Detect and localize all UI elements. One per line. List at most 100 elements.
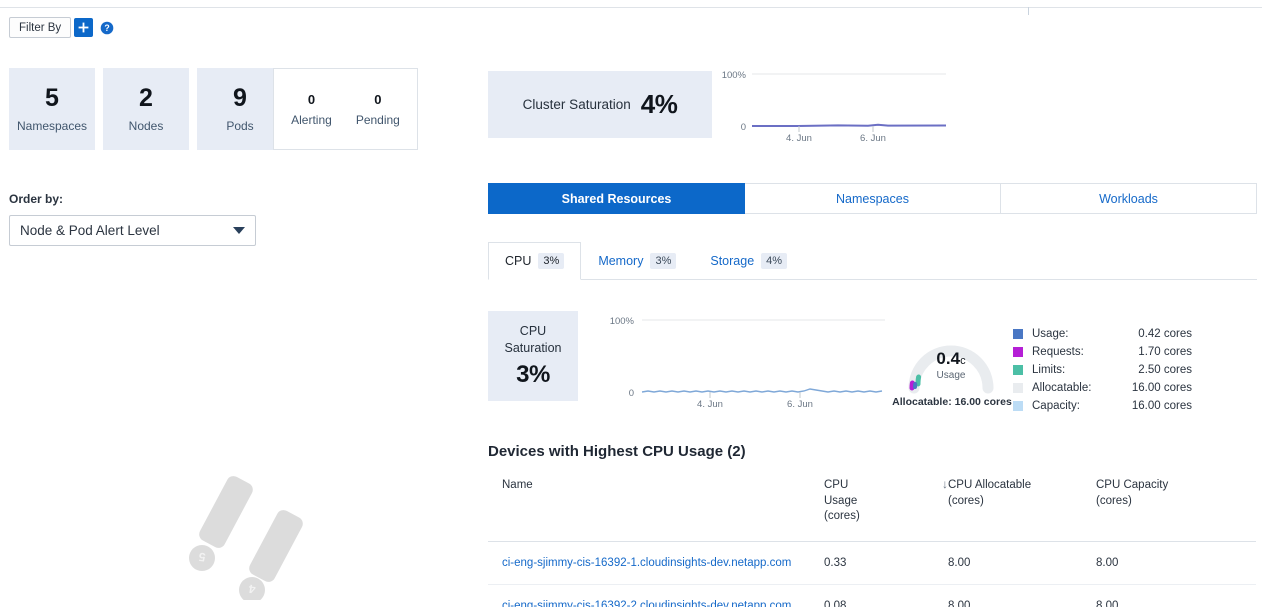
cluster-saturation-card: Cluster Saturation 4%: [488, 71, 712, 138]
tab-label: Workloads: [1099, 192, 1158, 206]
legend-item-limits: Limits: 2.50 cores: [1013, 361, 1193, 379]
sub-tab-storage[interactable]: Storage 4%: [693, 242, 804, 280]
column-header-cpu-usage[interactable]: CPU Usage (cores) ↓: [824, 478, 948, 541]
top-divider: [0, 7, 1262, 8]
sub-tab-label: Storage: [710, 254, 754, 268]
y-axis-tick-bottom: 0: [629, 388, 634, 399]
tab-workloads[interactable]: Workloads: [1001, 183, 1257, 214]
sub-tab-memory[interactable]: Memory 3%: [581, 242, 693, 280]
cpu-saturation-line: [642, 389, 882, 392]
tab-namespaces[interactable]: Namespaces: [745, 183, 1001, 214]
gauge-number: 0.4: [936, 349, 960, 368]
column-header-cpu-allocatable[interactable]: CPU Allocatable (cores): [948, 478, 1096, 541]
sub-tab-cpu[interactable]: CPU 3%: [488, 242, 581, 280]
legend-swatch-icon: [1013, 347, 1023, 357]
y-axis-tick-bottom: 0: [741, 122, 746, 133]
x-axis-tick-2: 6. Jun: [787, 399, 813, 410]
plus-icon: [78, 22, 89, 33]
stat-label: Nodes: [129, 119, 164, 133]
legend-value: 16.00 cores: [1114, 400, 1192, 412]
device-name-cell: ci-eng-sjimmy-cis-16392-2.cloudinsights-…: [488, 584, 824, 607]
device-cpu-capacity: 8.00: [1096, 584, 1256, 607]
devices-table: Name CPU Usage (cores) ↓ CPU Allocatable…: [488, 478, 1256, 607]
device-name-link[interactable]: ci-eng-sjimmy-cis-16392-1.cloudinsights-…: [502, 557, 791, 569]
resource-tabs: Shared Resources Namespaces Workloads: [488, 183, 1257, 214]
legend-label: Capacity:: [1032, 400, 1114, 412]
table-row: ci-eng-sjimmy-cis-16392-1.cloudinsights-…: [488, 541, 1256, 584]
column-header-name[interactable]: Name: [488, 478, 824, 541]
legend-value: 1.70 cores: [1114, 346, 1192, 358]
device-cpu-usage: 0.08: [824, 584, 948, 607]
top-divider-segment: [1028, 7, 1029, 15]
column-header-cpu-capacity-line2: (cores): [1096, 494, 1256, 510]
device-cpu-usage: 0.33: [824, 541, 948, 584]
filter-by-label: Filter By: [19, 22, 61, 34]
gauge-unit: c: [960, 355, 966, 367]
sub-tab-label: CPU: [505, 254, 531, 268]
stat-card-pods[interactable]: 9 Pods: [197, 68, 283, 150]
device-cpu-allocatable: 8.00: [948, 541, 1096, 584]
order-by-label: Order by:: [9, 192, 63, 206]
add-filter-button[interactable]: [74, 18, 93, 37]
alerting-label: Alerting: [291, 113, 332, 127]
stat-label: Namespaces: [17, 119, 87, 133]
device-cpu-capacity: 8.00: [1096, 541, 1256, 584]
filter-bar: Filter By ?: [9, 17, 114, 38]
device-name-link[interactable]: ci-eng-sjimmy-cis-16392-2.cloudinsights-…: [502, 600, 791, 607]
devices-section-title: Devices with Highest CPU Usage (2): [488, 443, 746, 460]
stat-value: 9: [233, 85, 247, 111]
sub-tab-badge: 4%: [761, 253, 787, 269]
summary-stat-cards: 5 Namespaces 2 Nodes 9 Pods: [9, 68, 291, 150]
cpu-saturation-chart: 100% 0 4. Jun 6. Jun: [600, 310, 900, 410]
legend-value: 2.50 cores: [1114, 364, 1192, 376]
gauge-center: 0.4c Usage: [898, 349, 1004, 381]
order-by-select[interactable]: Node & Pod Alert Level: [9, 215, 256, 246]
empty-state-watermark-icon: 5 4: [180, 470, 320, 600]
legend-item-usage: Usage: 0.42 cores: [1013, 325, 1193, 343]
column-header-cpu-allocatable-line1: CPU Allocatable: [948, 478, 1096, 494]
legend-swatch-icon: [1013, 383, 1023, 393]
alert-status-card: 0 Alerting 0 Pending: [273, 68, 418, 150]
table-body: ci-eng-sjimmy-cis-16392-1.cloudinsights-…: [488, 541, 1256, 607]
stat-value: 2: [139, 85, 153, 111]
pending-label: Pending: [356, 113, 400, 127]
column-header-cpu-usage-line1: CPU Usage: [824, 478, 884, 509]
legend-label: Allocatable:: [1032, 382, 1114, 394]
column-header-cpu-allocatable-line2: (cores): [948, 494, 1096, 510]
column-header-cpu-capacity[interactable]: CPU Capacity (cores): [1096, 478, 1256, 541]
column-header-cpu-capacity-line1: CPU Capacity: [1096, 478, 1256, 494]
column-header-name-line1: Name: [502, 478, 824, 494]
pending-stat[interactable]: 0 Pending: [356, 92, 400, 127]
x-axis-tick-1: 4. Jun: [786, 133, 812, 142]
sub-tab-label: Memory: [598, 254, 643, 268]
sub-tab-badge: 3%: [650, 253, 676, 269]
gauge-footer-allocatable: Allocatable: 16.00 cores: [890, 396, 1014, 408]
filter-by-button[interactable]: Filter By: [9, 17, 71, 38]
alerting-stat[interactable]: 0 Alerting: [291, 92, 332, 127]
legend-label: Usage:: [1032, 328, 1114, 340]
order-by-value: Node & Pod Alert Level: [20, 223, 233, 238]
stat-value: 5: [45, 85, 59, 111]
cpu-usage-gauge: 0.4c Usage Allocatable: 16.00 cores: [898, 318, 1004, 410]
device-name-cell: ci-eng-sjimmy-cis-16392-1.cloudinsights-…: [488, 541, 824, 584]
gauge-value: 0.4c: [898, 349, 1004, 369]
tab-label: Namespaces: [836, 192, 909, 206]
column-header-cpu-usage-line2: (cores): [824, 509, 884, 525]
cluster-saturation-label: Cluster Saturation: [523, 97, 631, 112]
cpu-saturation-label-line2: Saturation: [505, 340, 562, 357]
legend-swatch-icon: [1013, 329, 1023, 339]
resource-sub-tabs: CPU 3% Memory 3% Storage 4%: [488, 242, 1257, 280]
stat-label: Pods: [226, 119, 253, 133]
legend-swatch-icon: [1013, 401, 1023, 411]
help-circle-icon[interactable]: ?: [100, 21, 114, 35]
pending-value: 0: [374, 92, 381, 107]
cpu-saturation-label-line1: CPU: [520, 323, 546, 340]
y-axis-tick-top: 100%: [610, 316, 635, 327]
x-axis-tick-1: 4. Jun: [697, 399, 723, 410]
svg-text:?: ?: [104, 23, 109, 33]
stat-card-nodes[interactable]: 2 Nodes: [103, 68, 189, 150]
tab-shared-resources[interactable]: Shared Resources: [488, 183, 745, 214]
x-axis-tick-2: 6. Jun: [860, 133, 886, 142]
legend-item-capacity: Capacity: 16.00 cores: [1013, 397, 1193, 415]
stat-card-namespaces[interactable]: 5 Namespaces: [9, 68, 95, 150]
